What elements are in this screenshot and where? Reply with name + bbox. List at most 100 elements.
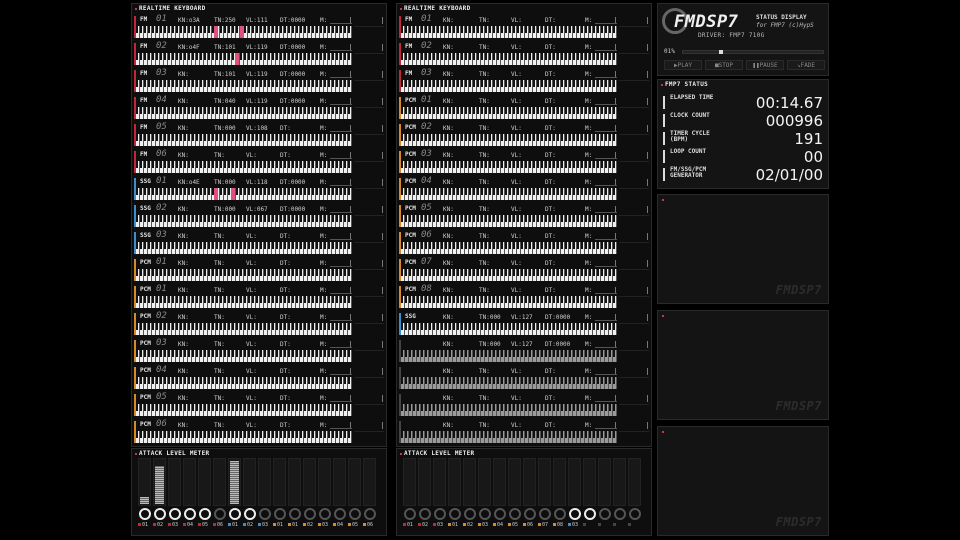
channel-mode: M:: [320, 98, 328, 105]
pause-button[interactable]: ❚❚PAUSE: [746, 60, 784, 70]
level-meter: [138, 458, 151, 506]
channel-detune: DT:: [545, 71, 556, 78]
mute-toggle[interactable]: [584, 508, 596, 520]
pan-marker-right: [647, 287, 648, 294]
fade-button[interactable]: ↘FADE: [787, 60, 825, 70]
channel-type: PCM: [140, 286, 151, 293]
mute-toggle[interactable]: [274, 508, 286, 520]
pan-marker-right: [647, 206, 648, 213]
level-meter: [213, 458, 226, 506]
channel-mode: M:: [320, 422, 328, 429]
channel-key: KN:: [443, 71, 454, 78]
piano-keyboard: [401, 134, 617, 146]
channel-type: FM: [140, 43, 148, 50]
level-meter: [183, 458, 196, 506]
mute-toggle[interactable]: [449, 508, 461, 520]
channel-dot: [288, 523, 291, 526]
keyboard-tail: [619, 404, 649, 416]
channel-row: KN: TN: VL: DT: M:: [399, 365, 651, 391]
keyboard-tail: [354, 350, 384, 362]
mute-toggle[interactable]: [404, 508, 416, 520]
panel-marker: [662, 431, 664, 433]
channel-tone: TN:: [479, 179, 490, 186]
channel-number: 02: [421, 122, 432, 132]
pan-marker-right: [647, 179, 648, 186]
mute-toggle[interactable]: [229, 508, 241, 520]
pan-line: [330, 347, 352, 348]
mute-toggle[interactable]: [554, 508, 566, 520]
mute-toggle[interactable]: [524, 508, 536, 520]
mute-toggle[interactable]: [464, 508, 476, 520]
mute-toggle[interactable]: [184, 508, 196, 520]
channel-key: KN:: [443, 152, 454, 159]
meter-label: 04: [183, 522, 193, 528]
channel-volume: VL:: [246, 395, 257, 402]
level-meter: [403, 458, 416, 506]
mute-toggle[interactable]: [319, 508, 331, 520]
channel-tone: TN:: [479, 125, 490, 132]
channel-key: KN:: [443, 206, 454, 213]
pan-line: [330, 428, 352, 429]
channel-row: PCM 08 KN: TN: VL: DT: M:: [399, 284, 651, 310]
channel-volume: VL:: [511, 287, 522, 294]
mute-toggle[interactable]: [539, 508, 551, 520]
mute-toggle[interactable]: [304, 508, 316, 520]
mute-toggle[interactable]: [244, 508, 256, 520]
channel-dot: [168, 523, 171, 526]
mute-toggle[interactable]: [289, 508, 301, 520]
mute-toggle[interactable]: [334, 508, 346, 520]
pan-line: [595, 401, 617, 402]
meter-channel-num: 06: [217, 522, 224, 528]
channel-detune: DT:0000: [280, 98, 306, 105]
mute-toggle[interactable]: [364, 508, 376, 520]
channel-detune: DT:0000: [280, 17, 306, 24]
left-keyboard-panel: REALTIME KEYBOARD FM 01 KN:o3A TN:250 VL:111…: [131, 3, 387, 447]
channel-detune: DT:: [545, 422, 556, 429]
level-meter: [303, 458, 316, 506]
status-loop-count: LOOP COUNT 00: [663, 148, 823, 166]
pan-marker-right: [382, 233, 383, 240]
channel-volume: VL:: [511, 206, 522, 213]
right-keyboard-panel: REALTIME KEYBOARD FM 01 KN: TN: VL: DT: M: FM 02…: [396, 3, 652, 447]
channel-number: 01: [156, 284, 167, 294]
pan-line: [595, 158, 617, 159]
channel-number: 01: [156, 257, 167, 267]
channel-mode: M:: [585, 260, 593, 267]
channel-dot: [508, 523, 511, 526]
channel-type: PCM: [405, 124, 416, 131]
progress-bar[interactable]: [682, 50, 824, 54]
channel-tone: TN:: [479, 206, 490, 213]
channel-number: 03: [421, 149, 432, 159]
keyboard-tail: [354, 323, 384, 335]
level-meter: [258, 458, 271, 506]
progress-knob[interactable]: [719, 50, 723, 54]
mute-toggle[interactable]: [259, 508, 271, 520]
play-button[interactable]: ▶PLAY: [664, 60, 702, 70]
channel-key: KN:: [443, 233, 454, 240]
stop-button[interactable]: ■STOP: [705, 60, 743, 70]
mute-toggle[interactable]: [509, 508, 521, 520]
mute-toggle[interactable]: [434, 508, 446, 520]
channel-volume: VL:: [511, 260, 522, 267]
level-meter: [493, 458, 506, 506]
mute-toggle[interactable]: [419, 508, 431, 520]
mute-toggle[interactable]: [629, 508, 641, 520]
mute-toggle[interactable]: [199, 508, 211, 520]
channel-dot: [228, 523, 231, 526]
mute-toggle[interactable]: [479, 508, 491, 520]
mute-toggle[interactable]: [494, 508, 506, 520]
mute-toggle[interactable]: [169, 508, 181, 520]
channel-type: FM: [140, 70, 148, 77]
mute-toggle[interactable]: [569, 508, 581, 520]
mute-toggle[interactable]: [154, 508, 166, 520]
mute-toggle[interactable]: [614, 508, 626, 520]
channel-dot: [213, 523, 216, 526]
piano-keyboard: [401, 215, 617, 227]
keyboard-tail: [619, 53, 649, 65]
pan-marker-right: [647, 368, 648, 375]
keyboard-tail: [619, 323, 649, 335]
mute-toggle[interactable]: [139, 508, 151, 520]
mute-toggle[interactable]: [349, 508, 361, 520]
mute-toggle[interactable]: [599, 508, 611, 520]
mute-toggle[interactable]: [214, 508, 226, 520]
